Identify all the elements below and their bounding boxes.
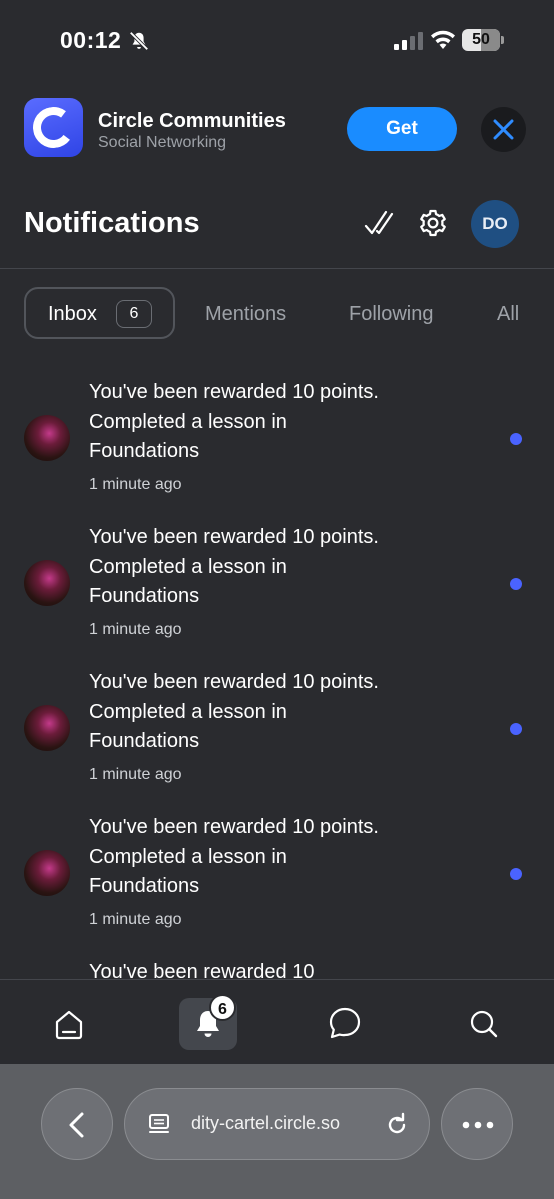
notification-text: You've been rewarded 10 points. Complete… (89, 816, 379, 897)
notification-item[interactable]: You've been rewarded 10 points. Complete… (0, 668, 554, 813)
notification-item[interactable]: You've been rewarded 10 points. Complete… (0, 813, 554, 958)
browser-toolbar: dity-cartel.circle.so (0, 1064, 554, 1199)
home-icon (55, 1010, 83, 1040)
notification-item[interactable]: You've been rewarded 10 (0, 958, 554, 980)
double-check-icon (364, 210, 394, 235)
close-icon (493, 119, 514, 140)
bell-slash-icon (129, 31, 149, 51)
app-category: Social Networking (98, 134, 227, 151)
notification-time: 1 minute ago (89, 621, 182, 638)
notification-item[interactable]: You've been rewarded 10 points. Complete… (0, 378, 554, 523)
tab-inbox[interactable]: Inbox 6 (24, 287, 175, 339)
notification-list: You've been rewarded 10 points. Complete… (0, 357, 554, 980)
avatar (24, 850, 70, 896)
user-avatar[interactable]: DO (471, 200, 519, 248)
browser-more-button[interactable] (441, 1088, 513, 1160)
settings-button[interactable] (418, 208, 448, 238)
status-bar: 00:12 50 (0, 0, 554, 84)
battery-level: 50 (472, 31, 490, 48)
avatar (24, 705, 70, 751)
inbox-count-badge: 6 (116, 300, 152, 328)
nav-home[interactable] (40, 998, 98, 1050)
notifications-header: Notifications DO (0, 174, 554, 269)
avatar (24, 560, 70, 606)
battery-icon: 50 (462, 29, 504, 51)
unread-dot (510, 433, 522, 445)
notification-time: 1 minute ago (89, 476, 182, 493)
notification-item[interactable]: You've been rewarded 10 points. Complete… (0, 523, 554, 668)
notification-tabs: Inbox 6 Mentions Following All (0, 269, 554, 357)
unread-dot (510, 578, 522, 590)
gear-icon (420, 209, 446, 237)
status-time: 00:12 (60, 27, 122, 53)
get-app-button[interactable]: Get (347, 107, 457, 151)
notification-text: You've been rewarded 10 points. Complete… (89, 671, 379, 752)
app-store-banner: Circle Communities Social Networking Get (0, 84, 554, 174)
notification-time: 1 minute ago (89, 911, 182, 928)
tab-following[interactable]: Following (349, 303, 433, 326)
notification-text: You've been rewarded 10 points. Complete… (89, 526, 379, 607)
more-dots-icon (462, 1121, 494, 1129)
unread-dot (510, 868, 522, 880)
unread-dot (510, 723, 522, 735)
notification-time: 1 minute ago (89, 766, 182, 783)
cellular-signal-icon (394, 32, 423, 50)
tab-label: Inbox (48, 303, 97, 325)
circle-app-icon[interactable] (24, 98, 83, 157)
close-banner-button[interactable] (481, 107, 526, 152)
mark-all-read-button[interactable] (364, 209, 394, 237)
nav-messages[interactable] (316, 998, 374, 1050)
tab-mentions[interactable]: Mentions (205, 303, 286, 326)
avatar (24, 415, 70, 461)
chat-bubble-icon (329, 1007, 361, 1039)
wifi-icon (431, 30, 455, 49)
nav-search[interactable] (455, 998, 513, 1050)
tab-all[interactable]: All (497, 303, 519, 326)
search-icon (470, 1010, 498, 1038)
url-text: dity-cartel.circle.so (191, 1113, 341, 1133)
notification-count-badge: 6 (209, 994, 236, 1021)
bottom-navigation: 6 (0, 980, 554, 1064)
app-name: Circle Communities (98, 110, 286, 132)
browser-back-button[interactable] (41, 1088, 113, 1160)
page-title: Notifications (24, 207, 200, 239)
notification-text: You've been rewarded 10 (89, 961, 315, 980)
notification-text: You've been rewarded 10 points. Complete… (89, 381, 379, 462)
reload-icon[interactable] (383, 1111, 411, 1139)
address-bar[interactable]: dity-cartel.circle.so (124, 1088, 430, 1160)
chevron-left-icon (69, 1112, 84, 1138)
reader-page-icon (149, 1114, 169, 1133)
